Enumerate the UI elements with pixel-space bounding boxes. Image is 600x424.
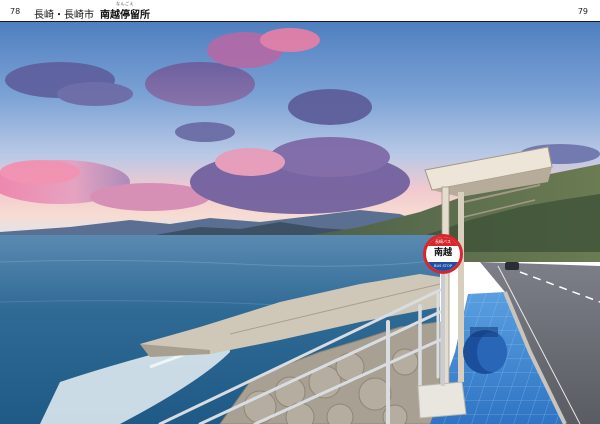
title-place-name: 南越停留所	[100, 10, 150, 21]
coastal-bus-stop-photo	[0, 22, 600, 424]
bus-stop-pole	[441, 268, 445, 386]
bus-stop-sign: 長崎バス 南越 BUS STOP	[423, 234, 463, 274]
title-place: なんごえ 南越停留所	[100, 1, 150, 21]
page-number-right: 79	[577, 7, 588, 16]
title-region: 長崎・長崎市	[34, 10, 94, 21]
page-header: 78 長崎・長崎市 なんごえ 南越停留所 79	[0, 0, 600, 22]
page-number-left: 78	[10, 7, 21, 16]
sign-bottom-band: BUS STOP	[426, 262, 460, 271]
page-title: 長崎・長崎市 なんごえ 南越停留所	[34, 1, 150, 21]
sign-stop-name: 南越	[433, 248, 452, 258]
title-ruby: なんごえ	[116, 1, 134, 6]
car	[505, 262, 519, 270]
sign-top-band: 長崎バス	[426, 237, 460, 246]
bus-stop-base	[417, 381, 467, 419]
